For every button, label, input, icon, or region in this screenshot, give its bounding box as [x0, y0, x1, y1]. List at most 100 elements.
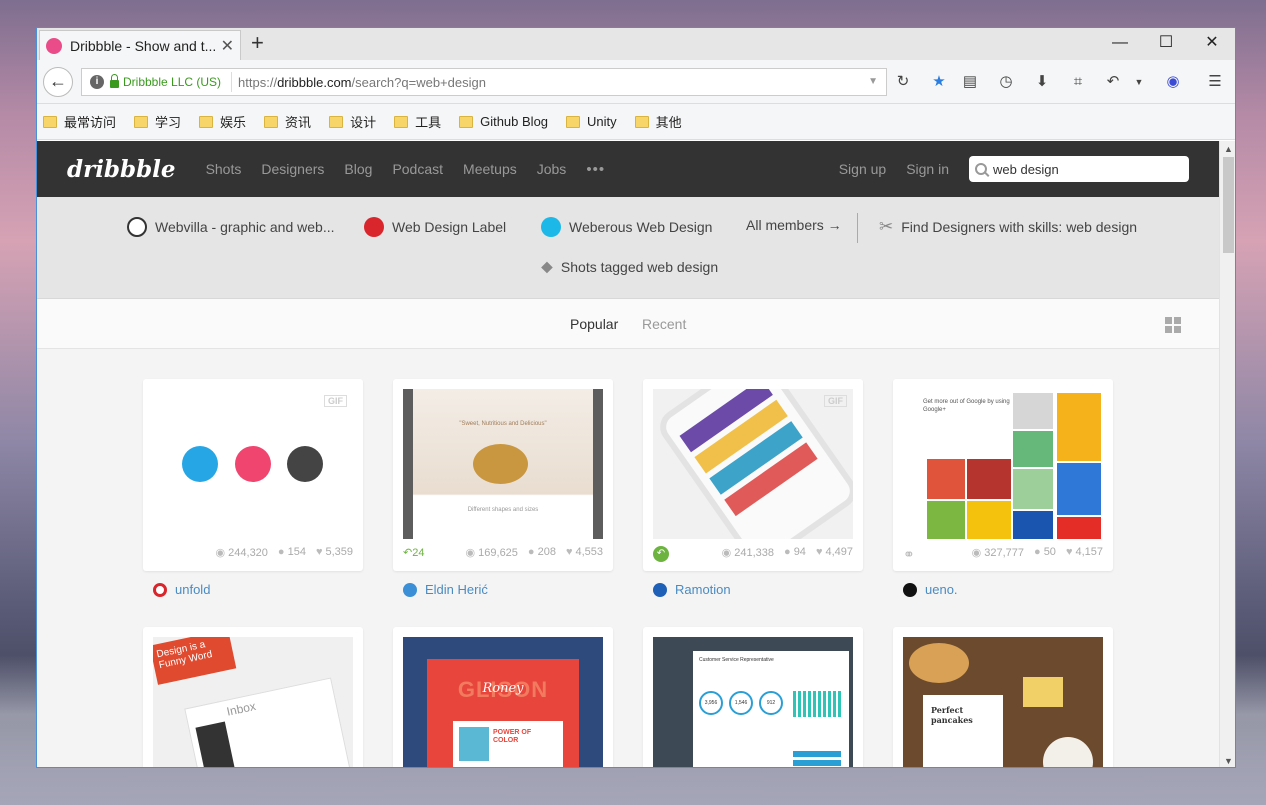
- history-clock-icon[interactable]: ◷: [996, 72, 1016, 92]
- close-window-icon[interactable]: ✕: [1189, 28, 1235, 60]
- rebound-icon[interactable]: ↶: [653, 546, 669, 562]
- signup-link[interactable]: Sign up: [839, 161, 886, 177]
- comments-count[interactable]: ● 154: [278, 546, 306, 559]
- nav-shots[interactable]: Shots: [206, 161, 242, 177]
- tab-recent[interactable]: Recent: [642, 316, 686, 332]
- chevron-down-icon[interactable]: ▼: [1129, 72, 1149, 92]
- bookmark-folder[interactable]: Github Blog: [459, 114, 548, 129]
- bookmark-folder[interactable]: 其他: [634, 112, 682, 131]
- scroll-down-icon[interactable]: ▼: [1224, 756, 1233, 766]
- shot-card[interactable]: Customer Service Representative 3,956 1,…: [643, 627, 863, 767]
- nav-podcast[interactable]: Podcast: [392, 161, 443, 177]
- menu-hamburger-icon[interactable]: ☰: [1205, 72, 1225, 92]
- heart-icon: ♥: [315, 546, 323, 558]
- scroll-thumb[interactable]: [1223, 157, 1234, 253]
- member-web-design-label[interactable]: Web Design Label: [364, 217, 506, 237]
- shot-thumbnail[interactable]: GLISON Roney POWER OF COLOR: [403, 637, 603, 767]
- find-designers-link[interactable]: ✂ Find Designers with skills: web design: [879, 217, 1137, 237]
- heart-icon: ♥: [815, 546, 823, 558]
- shots-tagged-link[interactable]: ⬥ Shots tagged web design: [541, 257, 718, 277]
- tab-popular[interactable]: Popular: [570, 316, 618, 332]
- signin-link[interactable]: Sign in: [906, 161, 949, 177]
- likes-count[interactable]: ♥ 4,157: [1066, 546, 1103, 563]
- reload-icon[interactable]: ↻: [893, 72, 913, 92]
- folder-icon: [264, 115, 279, 128]
- screenshot-crop-icon[interactable]: ⌗: [1068, 72, 1088, 92]
- minimize-icon[interactable]: —: [1097, 28, 1143, 60]
- shot-card[interactable]: Perfect pancakes: [893, 627, 1113, 767]
- undo-icon[interactable]: ↶: [1103, 72, 1123, 92]
- site-identity[interactable]: Dribbble LLC (US): [123, 75, 221, 89]
- bookmark-folder[interactable]: 最常访问: [43, 112, 116, 131]
- folder-icon: [199, 115, 214, 128]
- rebounds-count[interactable]: ↶24: [403, 546, 424, 559]
- nav-meetups[interactable]: Meetups: [463, 161, 517, 177]
- member-weberous[interactable]: Weberous Web Design: [541, 217, 712, 237]
- info-icon[interactable]: i: [90, 75, 104, 89]
- search-input[interactable]: web design: [969, 156, 1189, 182]
- nav-designers[interactable]: Designers: [261, 161, 324, 177]
- shot-author[interactable]: Eldin Herić: [403, 582, 488, 597]
- nav-blog[interactable]: Blog: [344, 161, 372, 177]
- all-members-link[interactable]: All members →: [746, 217, 842, 233]
- shot-thumbnail[interactable]: [153, 389, 353, 539]
- tools-icon: ✂: [879, 217, 894, 236]
- browser-tab[interactable]: Dribbble - Show and t... ✕: [39, 30, 241, 60]
- new-tab-icon[interactable]: +: [251, 31, 264, 55]
- bookmark-label: 设计: [350, 115, 377, 130]
- shot-thumbnail[interactable]: Design is a Funny Word Inbox: [153, 637, 353, 767]
- shot-card[interactable]: GIF ◉ 244,320 ● 154 ♥ 5,359: [143, 379, 363, 571]
- nav-jobs[interactable]: Jobs: [537, 161, 567, 177]
- comments-count[interactable]: ● 94: [784, 546, 806, 562]
- back-button[interactable]: ←: [43, 67, 73, 97]
- reading-list-icon[interactable]: ▤: [960, 72, 980, 92]
- bookmark-folder[interactable]: Unity: [566, 114, 617, 129]
- likes-count[interactable]: ♥ 5,359: [316, 546, 353, 559]
- scroll-up-icon[interactable]: ▲: [1224, 144, 1233, 154]
- green-tile: [1013, 431, 1053, 467]
- shot-author[interactable]: ueno.: [903, 582, 958, 597]
- link-icon[interactable]: ⚭: [903, 546, 915, 563]
- shot-thumbnail[interactable]: Customer Service Representative 3,956 1,…: [653, 637, 853, 767]
- preview-heading: Perfect pancakes: [931, 705, 973, 725]
- comments-count[interactable]: ● 50: [1034, 546, 1056, 563]
- avatar: [653, 582, 667, 597]
- bookmark-folder[interactable]: 娱乐: [199, 112, 246, 131]
- likes-count[interactable]: ♥ 4,553: [566, 546, 603, 559]
- dribbble-logo[interactable]: dribbble: [67, 156, 176, 183]
- address-bar[interactable]: i Dribbble LLC (US) https://dribbble.com…: [81, 68, 887, 96]
- bookmark-label: Github Blog: [480, 114, 549, 129]
- earth-tile: [1013, 511, 1053, 539]
- shot-author[interactable]: unfold: [153, 582, 210, 597]
- bookmark-folder[interactable]: 设计: [329, 112, 376, 131]
- comments-count[interactable]: ● 208: [528, 546, 556, 559]
- grid-view-icon[interactable]: [1165, 317, 1181, 333]
- likes-count[interactable]: ♥ 4,497: [816, 546, 853, 562]
- bookmark-folder[interactable]: 工具: [394, 112, 441, 131]
- shot-card[interactable]: Design is a Funny Word Inbox: [143, 627, 363, 767]
- shot-thumbnail[interactable]: "Sweet, Nutritious and Delicious" Differ…: [403, 389, 603, 539]
- shot-card[interactable]: "Sweet, Nutritious and Delicious" Differ…: [393, 379, 613, 571]
- shot-thumbnail[interactable]: [653, 389, 853, 539]
- shot-author[interactable]: Ramotion: [653, 582, 731, 597]
- bookmark-folder[interactable]: 资讯: [264, 112, 311, 131]
- shot-thumbnail[interactable]: Get more out of Google by using Google+: [903, 389, 1103, 539]
- shot-card[interactable]: GLISON Roney POWER OF COLOR: [393, 627, 613, 767]
- bookmark-folder[interactable]: 学习: [134, 112, 181, 131]
- inbox-preview: Inbox: [184, 677, 352, 767]
- vertical-scrollbar[interactable]: ▲ ▼: [1219, 141, 1235, 767]
- maximize-icon[interactable]: ☐: [1143, 28, 1189, 60]
- shot-card[interactable]: Get more out of Google by using Google+ …: [893, 379, 1113, 571]
- url-host: dribbble.com: [277, 74, 352, 90]
- extension-globe-icon[interactable]: ◉: [1163, 72, 1183, 92]
- shot-card[interactable]: GIF ↶ ◉ 241,338 ● 94 ♥ 4,497: [643, 379, 863, 571]
- history-dropdown-icon[interactable]: ▼: [868, 76, 878, 87]
- more-menu-icon[interactable]: •••: [586, 161, 605, 178]
- close-tab-icon[interactable]: ✕: [221, 36, 234, 56]
- member-webvilla[interactable]: Webvilla - graphic and web...: [127, 217, 335, 237]
- eye-icon: ◉: [971, 547, 982, 559]
- shot-thumbnail[interactable]: Perfect pancakes: [903, 637, 1103, 767]
- download-icon[interactable]: ⬇: [1032, 72, 1052, 92]
- bookmark-star-icon[interactable]: ★: [929, 72, 949, 92]
- member-name: Web Design Label: [392, 219, 507, 235]
